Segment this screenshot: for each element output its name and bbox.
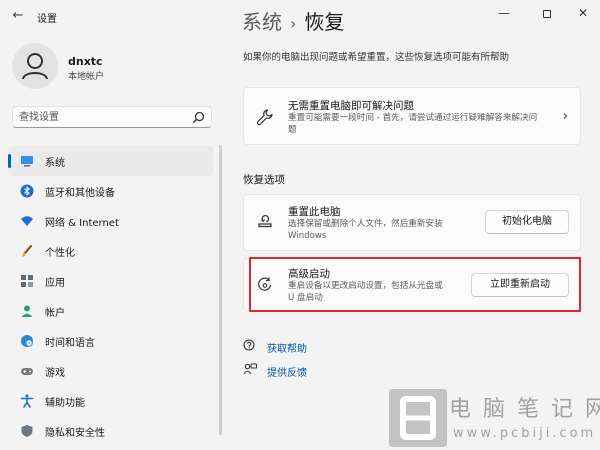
sidebar-item-network[interactable]: 网络 & Internet [8, 206, 213, 236]
page-description: 如果你的电脑出现问题或希望重置，这些恢复选项可能有所帮助 [243, 52, 510, 63]
sidebar-item-label: 隐私和安全性 [45, 428, 105, 439]
chevron-right-icon: › [562, 109, 568, 124]
wifi-icon [21, 216, 33, 226]
advanced-desc-line: 重启设备以更改启动设置，包括从光盘或 [288, 281, 443, 291]
watermark-url: www.pcbiji.com [453, 426, 597, 441]
sidebar-item-label: 应用 [45, 278, 65, 289]
maximize-icon [543, 9, 551, 18]
sidebar-nav: 系统 蓝牙和其他设备 网络 & Internet 个性化 应用 帐户 时间和语言… [8, 146, 213, 446]
sidebar-item-label: 蓝牙和其他设备 [45, 188, 115, 199]
sidebar-scrollbar[interactable] [219, 145, 222, 435]
troubleshoot-desc-line: 题 [288, 125, 297, 135]
apps-grid-icon [21, 275, 33, 287]
sidebar-item-label: 个性化 [45, 248, 75, 259]
reset-pc-icon [258, 215, 272, 228]
game-controller-icon [21, 368, 33, 375]
globe-clock-icon [21, 335, 33, 347]
sidebar-item-apps[interactable]: 应用 [8, 266, 213, 296]
get-help-link[interactable]: 获取帮助 [267, 340, 307, 355]
sidebar-item-label: 时间和语言 [45, 338, 95, 349]
active-indicator [8, 154, 11, 168]
paintbrush-icon [22, 244, 33, 257]
troubleshoot-description: 重置可能需要一段时间 - 首先，请尝试通过运行疑难解答来解决问 题 [288, 112, 537, 136]
person-icon [22, 53, 48, 80]
reset-desc-line: 选择保留或删除个人文件，然后重新安装 [288, 219, 443, 229]
sidebar-item-time-language[interactable]: 时间和语言 [8, 326, 213, 356]
watermark: 电脑笔记网 www.pcbiji.com [389, 385, 600, 450]
sidebar-item-label: 帐户 [45, 308, 65, 319]
sidebar-item-label: 游戏 [45, 368, 65, 379]
close-button[interactable]: ✕ [570, 4, 596, 22]
sidebar-item-label: 网络 & Internet [45, 218, 119, 229]
sidebar-item-accessibility[interactable]: 辅助功能 [8, 386, 213, 416]
sidebar-item-bluetooth[interactable]: 蓝牙和其他设备 [8, 176, 213, 206]
reset-pc-description: 选择保留或删除个人文件，然后重新安装 Windows [288, 218, 443, 242]
troubleshoot-card[interactable]: 无需重置电脑即可解决问题 重置可能需要一段时间 - 首先，请尝试通过运行疑难解答… [243, 87, 581, 145]
feedback-icon [243, 363, 257, 375]
reset-desc-line: Windows [288, 231, 327, 241]
search-box[interactable] [12, 106, 212, 128]
search-icon[interactable] [192, 111, 205, 124]
restart-now-button[interactable]: 立即重新启动 [471, 273, 569, 297]
recovery-options-heading: 恢复选项 [243, 174, 285, 186]
search-input[interactable] [19, 110, 189, 125]
system-monitor-icon [21, 156, 33, 167]
sidebar-item-system[interactable]: 系统 [8, 146, 213, 176]
sidebar-item-label: 辅助功能 [45, 398, 85, 409]
advanced-startup-card: 高级启动 重启设备以更改启动设置，包括从光盘或 U 盘启动 立即重新启动 [243, 258, 581, 311]
feedback-link[interactable]: 提供反馈 [267, 364, 307, 379]
minimize-button[interactable]: — [491, 4, 517, 22]
sidebar-item-privacy[interactable]: 隐私和安全性 [8, 416, 213, 446]
shield-icon [21, 425, 33, 437]
troubleshoot-title: 无需重置电脑即可解决问题 [288, 100, 414, 112]
breadcrumb-separator: › [290, 14, 297, 33]
bluetooth-icon [20, 184, 34, 198]
reset-pc-card: 重置此电脑 选择保留或删除个人文件，然后重新安装 Windows 初始化电脑 [243, 194, 581, 251]
breadcrumb: 系统 › 恢复 [242, 6, 344, 35]
breadcrumb-parent[interactable]: 系统 [242, 10, 282, 34]
app-title: 设置 [37, 14, 57, 25]
advanced-startup-icon [258, 277, 272, 291]
settings-window: ← 设置 — ✕ dnxtc 本地帐户 系统 [0, 0, 600, 450]
user-account-type: 本地帐户 [68, 72, 105, 82]
sidebar-item-accounts[interactable]: 帐户 [8, 296, 213, 326]
advanced-startup-title: 高级启动 [288, 268, 330, 280]
reset-pc-title: 重置此电脑 [288, 206, 341, 218]
advanced-desc-line: U 盘启动 [288, 293, 323, 303]
reset-pc-button[interactable]: 初始化电脑 [485, 210, 569, 234]
sidebar-item-gaming[interactable]: 游戏 [8, 356, 213, 386]
back-button[interactable]: ← [8, 6, 28, 26]
help-icon [243, 339, 255, 351]
page-title: 恢复 [304, 10, 345, 34]
sidebar-item-personalization[interactable]: 个性化 [8, 236, 213, 266]
accessibility-icon [20, 394, 34, 408]
wrench-icon [256, 109, 273, 126]
troubleshoot-desc-line: 重置可能需要一段时间 - 首先，请尝试通过运行疑难解答来解决问 [288, 113, 538, 123]
avatar[interactable] [12, 43, 58, 89]
watermark-title: 电脑笔记网 [449, 397, 600, 422]
account-person-icon [21, 305, 33, 317]
sidebar-item-label: 系统 [45, 158, 65, 169]
watermark-logo-icon [389, 389, 447, 447]
user-name: dnxtc [68, 55, 103, 68]
maximize-button[interactable] [534, 4, 560, 22]
advanced-startup-description: 重启设备以更改启动设置，包括从光盘或 U 盘启动 [288, 280, 443, 304]
